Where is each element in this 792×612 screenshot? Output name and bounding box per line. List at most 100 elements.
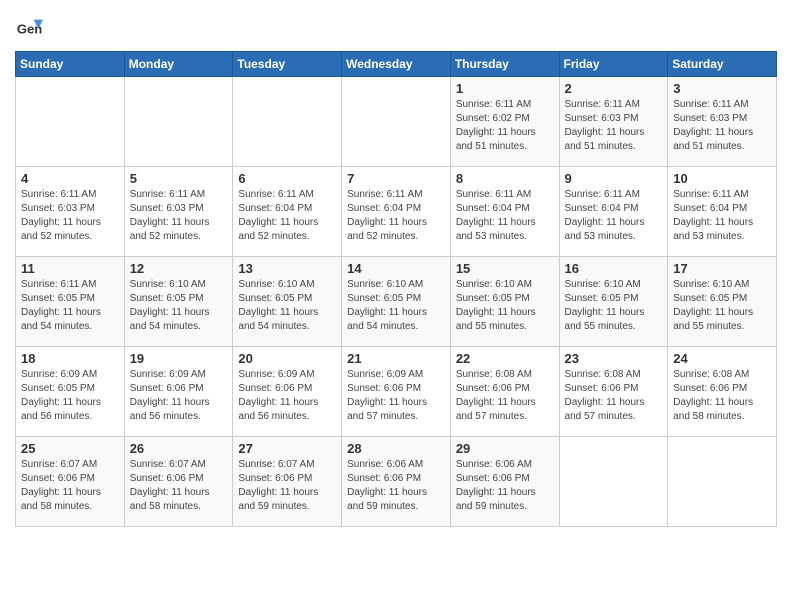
day-number: 21: [347, 351, 445, 366]
day-number: 25: [21, 441, 119, 456]
day-number: 9: [565, 171, 663, 186]
day-number: 10: [673, 171, 771, 186]
day-number: 12: [130, 261, 228, 276]
calendar-day-cell: 8Sunrise: 6:11 AM Sunset: 6:04 PM Daylig…: [450, 167, 559, 257]
day-info: Sunrise: 6:10 AM Sunset: 6:05 PM Dayligh…: [456, 278, 554, 334]
calendar-day-cell: 5Sunrise: 6:11 AM Sunset: 6:03 PM Daylig…: [124, 167, 233, 257]
day-number: 7: [347, 171, 445, 186]
calendar-day-cell: 12 Sunrise: 6:10 AM Sunset: 6:05 PM Dayli…: [124, 257, 233, 347]
day-number: 28: [347, 441, 445, 456]
calendar-week-row: 4 Sunrise: 6:11 AM Sunset: 6:03 PM Daylig…: [16, 167, 777, 257]
day-number: 29: [456, 441, 554, 456]
day-number: 15: [456, 261, 554, 276]
header: Gen: [15, 10, 777, 43]
calendar-day-cell: 4 Sunrise: 6:11 AM Sunset: 6:03 PM Daylig…: [16, 167, 125, 257]
day-info: Sunrise: 6:06 AM Sunset: 6:06 PM Dayligh…: [456, 458, 554, 514]
calendar-day-cell: 13 Sunrise: 6:10 AM Sunset: 6:05 PM Dayli…: [233, 257, 342, 347]
day-number: 19: [130, 351, 228, 366]
day-number: 5: [130, 171, 228, 186]
day-info: Sunrise: 6:10 AM Sunset: 6:05 PM Dayligh…: [347, 278, 445, 334]
calendar-day-cell: 25 Sunrise: 6:07 AM Sunset: 6:06 PM Dayli…: [16, 437, 125, 527]
calendar-day-cell: 14 Sunrise: 6:10 AM Sunset: 6:05 PM Dayli…: [342, 257, 451, 347]
day-number: 27: [238, 441, 336, 456]
weekday-header-cell: Tuesday: [233, 52, 342, 77]
calendar-day-cell: [16, 77, 125, 167]
calendar-day-cell: [233, 77, 342, 167]
day-number: 14: [347, 261, 445, 276]
day-number: 4: [21, 171, 119, 186]
calendar-day-cell: 10Sunrise: 6:11 AM Sunset: 6:04 PM Dayli…: [668, 167, 777, 257]
calendar-day-cell: 21 Sunrise: 6:09 AM Sunset: 6:06 PM Dayli…: [342, 347, 451, 437]
calendar-week-row: 11 Sunrise: 6:11 AM Sunset: 6:05 PM Dayli…: [16, 257, 777, 347]
day-info: Sunrise: 6:10 AM Sunset: 6:05 PM Dayligh…: [673, 278, 771, 334]
day-number: 22: [456, 351, 554, 366]
calendar-body: 1 Sunrise: 6:11 AM Sunset: 6:02 PM Daylig…: [16, 77, 777, 527]
weekday-header-cell: Saturday: [668, 52, 777, 77]
day-info: Sunrise: 6:08 AM Sunset: 6:06 PM Dayligh…: [673, 368, 771, 424]
day-info: Sunrise: 6:11 AM Sunset: 6:04 PM Dayligh…: [565, 188, 663, 244]
calendar-day-cell: 9 Sunrise: 6:11 AM Sunset: 6:04 PM Daylig…: [559, 167, 668, 257]
calendar-day-cell: 2 Sunrise: 6:11 AM Sunset: 6:03 PM Daylig…: [559, 77, 668, 167]
day-info: Sunrise: 6:09 AM Sunset: 6:06 PM Dayligh…: [238, 368, 336, 424]
weekday-header-row: SundayMondayTuesdayWednesdayThursdayFrid…: [16, 52, 777, 77]
calendar-day-cell: 27 Sunrise: 6:07 AM Sunset: 6:06 PM Dayli…: [233, 437, 342, 527]
day-info: Sunrise: 6:10 AM Sunset: 6:05 PM Dayligh…: [238, 278, 336, 334]
day-number: 11: [21, 261, 119, 276]
day-info: Sunrise: 6:11 AM Sunset: 6:03 PM Dayligh…: [565, 98, 663, 154]
weekday-header-cell: Thursday: [450, 52, 559, 77]
logo-icon: Gen: [15, 15, 43, 43]
calendar-day-cell: [559, 437, 668, 527]
calendar-day-cell: 17Sunrise: 6:10 AM Sunset: 6:05 PM Dayli…: [668, 257, 777, 347]
calendar-day-cell: 29 Sunrise: 6:06 AM Sunset: 6:06 PM Dayli…: [450, 437, 559, 527]
day-info: Sunrise: 6:11 AM Sunset: 6:04 PM Dayligh…: [347, 188, 445, 244]
calendar-day-cell: 16Sunrise: 6:10 AM Sunset: 6:05 PM Dayli…: [559, 257, 668, 347]
day-info: Sunrise: 6:07 AM Sunset: 6:06 PM Dayligh…: [130, 458, 228, 514]
calendar-day-cell: 15 Sunrise: 6:10 AM Sunset: 6:05 PM Dayli…: [450, 257, 559, 347]
calendar-week-row: 18 Sunrise: 6:09 AM Sunset: 6:05 PM Dayli…: [16, 347, 777, 437]
day-info: Sunrise: 6:11 AM Sunset: 6:05 PM Dayligh…: [21, 278, 119, 334]
day-info: Sunrise: 6:08 AM Sunset: 6:06 PM Dayligh…: [456, 368, 554, 424]
logo: Gen: [15, 15, 45, 43]
day-number: 23: [565, 351, 663, 366]
calendar-day-cell: 6Sunrise: 6:11 AM Sunset: 6:04 PM Daylig…: [233, 167, 342, 257]
calendar-day-cell: 1 Sunrise: 6:11 AM Sunset: 6:02 PM Daylig…: [450, 77, 559, 167]
day-info: Sunrise: 6:11 AM Sunset: 6:04 PM Dayligh…: [456, 188, 554, 244]
weekday-header-cell: Monday: [124, 52, 233, 77]
calendar-day-cell: 22 Sunrise: 6:08 AM Sunset: 6:06 PM Dayli…: [450, 347, 559, 437]
calendar-day-cell: 19 Sunrise: 6:09 AM Sunset: 6:06 PM Dayli…: [124, 347, 233, 437]
day-number: 20: [238, 351, 336, 366]
calendar-day-cell: 18 Sunrise: 6:09 AM Sunset: 6:05 PM Dayli…: [16, 347, 125, 437]
calendar-table: SundayMondayTuesdayWednesdayThursdayFrid…: [15, 51, 777, 527]
day-info: Sunrise: 6:10 AM Sunset: 6:05 PM Dayligh…: [565, 278, 663, 334]
day-info: Sunrise: 6:10 AM Sunset: 6:05 PM Dayligh…: [130, 278, 228, 334]
calendar-day-cell: 7 Sunrise: 6:11 AM Sunset: 6:04 PM Daylig…: [342, 167, 451, 257]
calendar-day-cell: [342, 77, 451, 167]
calendar-week-row: 25 Sunrise: 6:07 AM Sunset: 6:06 PM Dayli…: [16, 437, 777, 527]
calendar-day-cell: 28Sunrise: 6:06 AM Sunset: 6:06 PM Dayli…: [342, 437, 451, 527]
day-number: 1: [456, 81, 554, 96]
day-info: Sunrise: 6:11 AM Sunset: 6:03 PM Dayligh…: [673, 98, 771, 154]
weekday-header-cell: Wednesday: [342, 52, 451, 77]
day-number: 3: [673, 81, 771, 96]
weekday-header-cell: Friday: [559, 52, 668, 77]
calendar-week-row: 1 Sunrise: 6:11 AM Sunset: 6:02 PM Daylig…: [16, 77, 777, 167]
day-number: 24: [673, 351, 771, 366]
day-number: 2: [565, 81, 663, 96]
calendar-day-cell: 3 Sunrise: 6:11 AM Sunset: 6:03 PM Daylig…: [668, 77, 777, 167]
day-info: Sunrise: 6:09 AM Sunset: 6:06 PM Dayligh…: [347, 368, 445, 424]
day-info: Sunrise: 6:11 AM Sunset: 6:04 PM Dayligh…: [238, 188, 336, 244]
calendar-day-cell: 11 Sunrise: 6:11 AM Sunset: 6:05 PM Dayli…: [16, 257, 125, 347]
day-info: Sunrise: 6:11 AM Sunset: 6:03 PM Dayligh…: [21, 188, 119, 244]
day-number: 13: [238, 261, 336, 276]
day-info: Sunrise: 6:07 AM Sunset: 6:06 PM Dayligh…: [21, 458, 119, 514]
day-info: Sunrise: 6:09 AM Sunset: 6:06 PM Dayligh…: [130, 368, 228, 424]
day-info: Sunrise: 6:09 AM Sunset: 6:05 PM Dayligh…: [21, 368, 119, 424]
day-number: 18: [21, 351, 119, 366]
day-number: 26: [130, 441, 228, 456]
day-info: Sunrise: 6:08 AM Sunset: 6:06 PM Dayligh…: [565, 368, 663, 424]
day-info: Sunrise: 6:11 AM Sunset: 6:02 PM Dayligh…: [456, 98, 554, 154]
day-info: Sunrise: 6:07 AM Sunset: 6:06 PM Dayligh…: [238, 458, 336, 514]
calendar-day-cell: 20 Sunrise: 6:09 AM Sunset: 6:06 PM Dayli…: [233, 347, 342, 437]
calendar-day-cell: 24 Sunrise: 6:08 AM Sunset: 6:06 PM Dayli…: [668, 347, 777, 437]
weekday-header-cell: Sunday: [16, 52, 125, 77]
